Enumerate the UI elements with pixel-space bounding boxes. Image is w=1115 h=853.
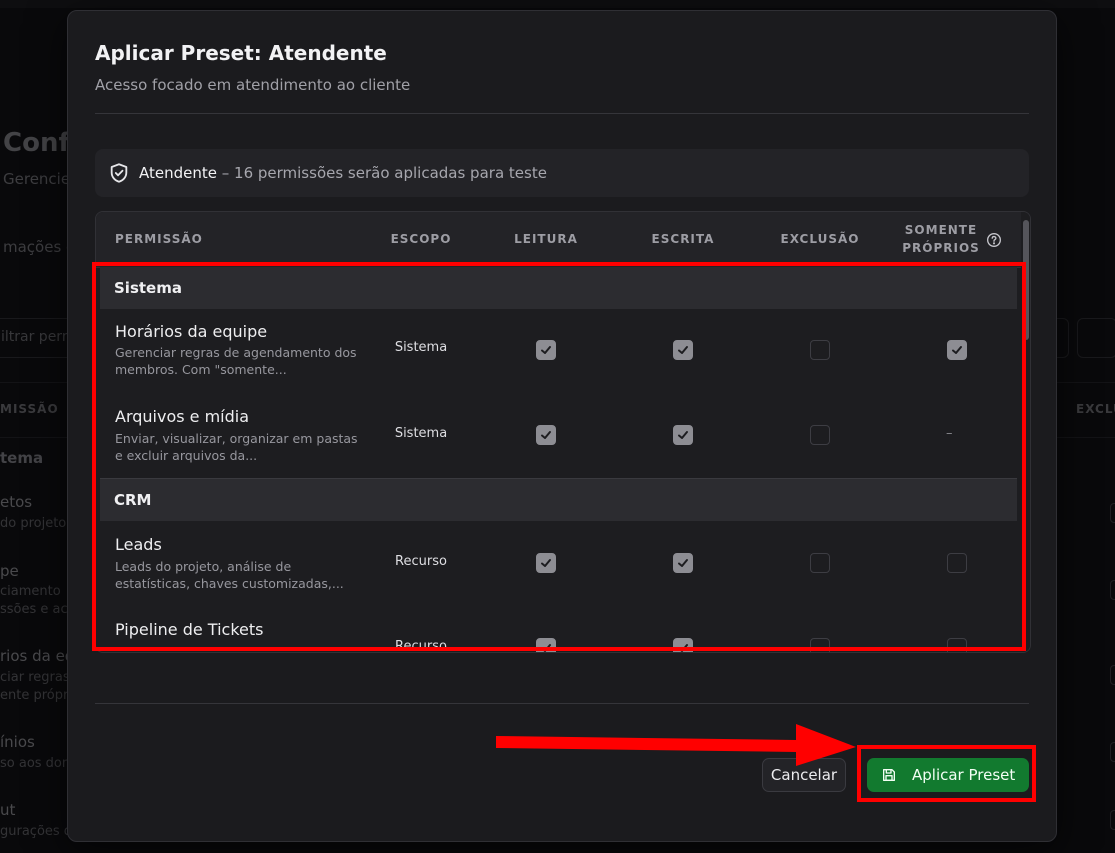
col-read: LEITURA [514,232,578,246]
preset-name: Atendente [139,164,217,182]
col-own-line1: SOMENTE [904,223,978,237]
preset-info-text: Atendente – 16 permissões serão aplicada… [139,164,547,182]
highlight-box-table [92,262,1026,651]
col-scope: ESCOPO [390,232,452,246]
dialog-title: Aplicar Preset: Atendente [95,41,387,65]
header-divider [95,113,1029,114]
col-permission: PERMISSÃO [115,232,203,246]
preset-permission-count: – 16 permissões serão aplicadas para tes… [216,164,547,182]
col-delete: EXCLUSÃO [780,232,860,246]
red-arrow-annotation [496,724,856,766]
dialog-subtitle: Acesso focado em atendimento ao cliente [95,76,411,94]
shield-check-icon [110,163,128,183]
col-own-line2: PRÓPRIOS [902,241,980,255]
help-circle-icon[interactable] [986,232,1002,248]
footer-divider [95,703,1029,704]
preset-info-banner: Atendente – 16 permissões serão aplicada… [95,149,1029,197]
table-header: PERMISSÃO ESCOPO LEITURA ESCRITA EXCLUSÃ… [96,212,1021,268]
col-write: ESCRITA [651,232,715,246]
highlight-box-apply-button [857,745,1036,802]
